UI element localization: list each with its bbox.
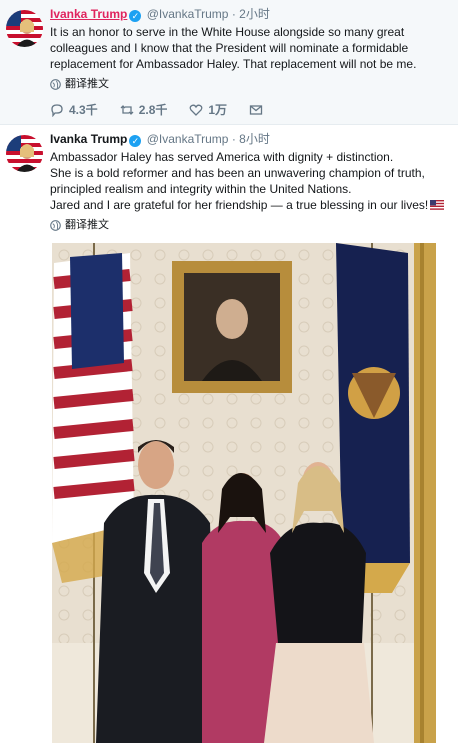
tweet-text-line: Ambassador Haley has served America with… [50, 150, 394, 164]
tweet-timestamp[interactable]: 2小时 [239, 7, 270, 21]
tweet-text-line: She is a bold reformer and has been an u… [50, 166, 425, 180]
tweet-timestamp[interactable]: 8小时 [239, 132, 270, 146]
retweet-button[interactable]: 2.8千 [120, 101, 168, 118]
tweet-actions: 4.3千 2.8千 1万 [50, 101, 450, 118]
verified-badge-icon: ✓ [129, 135, 142, 147]
globe-icon [50, 219, 61, 231]
tweet-photo[interactable] [52, 243, 436, 743]
tweet-text-line: It is an honor to serve in the White Hou… [50, 25, 405, 39]
like-button[interactable]: 1万 [189, 101, 227, 118]
direct-message-button[interactable] [249, 103, 268, 117]
tweet-text: It is an honor to serve in the White Hou… [50, 24, 450, 72]
reply-icon [51, 103, 63, 117]
like-count: 1万 [208, 103, 228, 117]
reply-button[interactable]: 4.3千 [50, 101, 98, 118]
avatar[interactable] [6, 135, 43, 172]
verified-badge-icon: ✓ [129, 10, 142, 22]
translate-label: 翻译推文 [65, 219, 109, 231]
translate-tweet-link[interactable]: 翻译推文 [50, 77, 450, 91]
tweet-2[interactable]: Ivanka Trump ✓ @IvankaTrump · 8小时 Ambassa… [0, 125, 458, 743]
us-flag-emoji [430, 200, 445, 210]
translate-tweet-link[interactable]: 翻译推文 [50, 218, 450, 232]
tweet-text: Ambassador Haley has served America with… [50, 149, 450, 213]
translate-label: 翻译推文 [65, 78, 109, 90]
tweet-text-line: colleagues and I know that the President… [50, 41, 409, 55]
author-name[interactable]: Ivanka Trump [50, 132, 127, 146]
avatar[interactable] [6, 10, 43, 47]
separator-dot: · [231, 7, 236, 21]
tweet-text-line: Jared and I are grateful for her friends… [50, 198, 429, 212]
retweet-count: 2.8千 [138, 103, 168, 117]
retweet-icon [120, 104, 134, 115]
tweet-text-line-last: Jared and I are grateful for her friends… [50, 197, 450, 213]
heart-icon [189, 104, 203, 116]
message-icon [249, 104, 263, 115]
separator-dot: · [231, 132, 236, 146]
tweet-text-line: replacement for Ambassador Haley. That r… [50, 57, 417, 71]
author-handle[interactable]: @IvankaTrump [147, 7, 229, 21]
tweet-1[interactable]: Ivanka Trump ✓ @IvankaTrump · 2小时 It is a… [0, 0, 458, 125]
tweet-text-line: principled realism and integrity within … [50, 182, 352, 196]
reply-count: 4.3千 [69, 103, 98, 117]
author-name[interactable]: Ivanka Trump [50, 7, 127, 21]
author-handle[interactable]: @IvankaTrump [147, 132, 229, 146]
globe-icon [50, 78, 61, 90]
